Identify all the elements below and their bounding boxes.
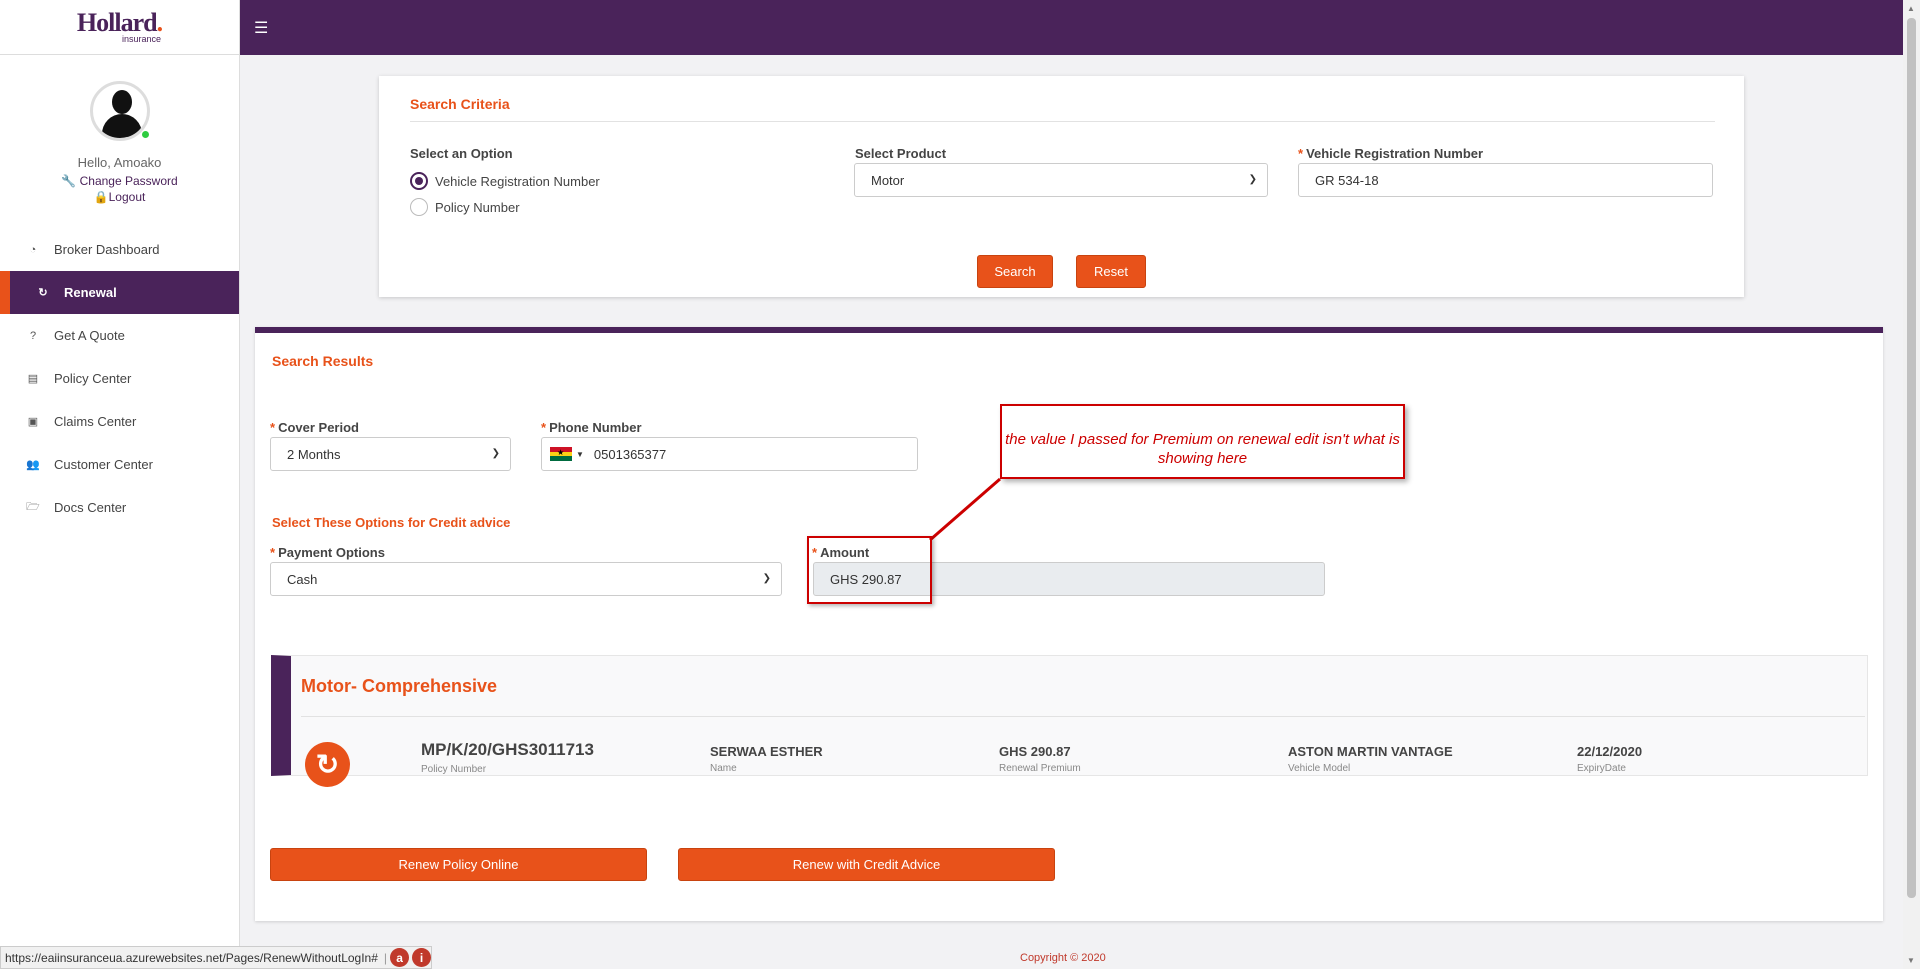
status-url: https://eaiinsuranceua.azurewebsites.net…: [5, 950, 378, 965]
annotation-highlight: [807, 536, 932, 604]
copyright: Copyright © 2020: [1020, 952, 1106, 964]
a-extension-icon[interactable]: a: [390, 948, 410, 967]
info-extension-icon[interactable]: i: [412, 948, 432, 967]
annotation-callout: the value I passed for Premium on renewa…: [1000, 404, 1405, 479]
browser-status-bar: https://eaiinsuranceua.azurewebsites.net…: [0, 946, 433, 969]
annotation-connector: [929, 477, 1001, 542]
